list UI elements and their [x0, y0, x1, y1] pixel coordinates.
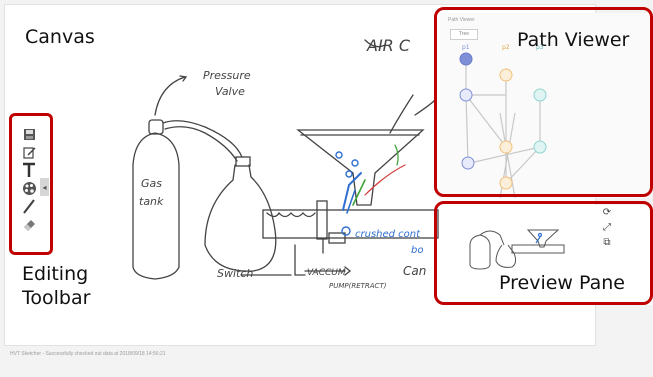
- sketch-text-can: Can: [403, 264, 426, 278]
- path-viewer-highlight: [434, 7, 653, 197]
- sketch-text-gas: Gas: [141, 177, 162, 190]
- editing-toolbar-highlight: [9, 113, 53, 255]
- editing-toolbar-label-line1: Editing: [22, 263, 89, 285]
- sketch-text-pump: PUMP(RETRACT): [329, 282, 387, 290]
- preview-pane-highlight: [434, 201, 653, 305]
- sketch-text-valve: Valve: [215, 85, 245, 98]
- sketch-text-pressure: Pressure: [203, 69, 251, 82]
- sketch-text-tank: tank: [139, 195, 164, 208]
- canvas-label: Canvas: [25, 26, 95, 48]
- sketch-text-bo: bo: [411, 245, 423, 256]
- sketch-text-vacuum: VACCUM: [307, 268, 346, 278]
- status-bar: HVT Sketcher - Successfully checked out …: [10, 351, 166, 357]
- sketch-text-switch: Switch: [217, 267, 253, 280]
- sketch-text-crushed: crushed cont: [355, 229, 421, 240]
- editing-toolbar-label-line2: Toolbar: [22, 287, 91, 309]
- sketch-text-air: AIR C: [366, 36, 411, 55]
